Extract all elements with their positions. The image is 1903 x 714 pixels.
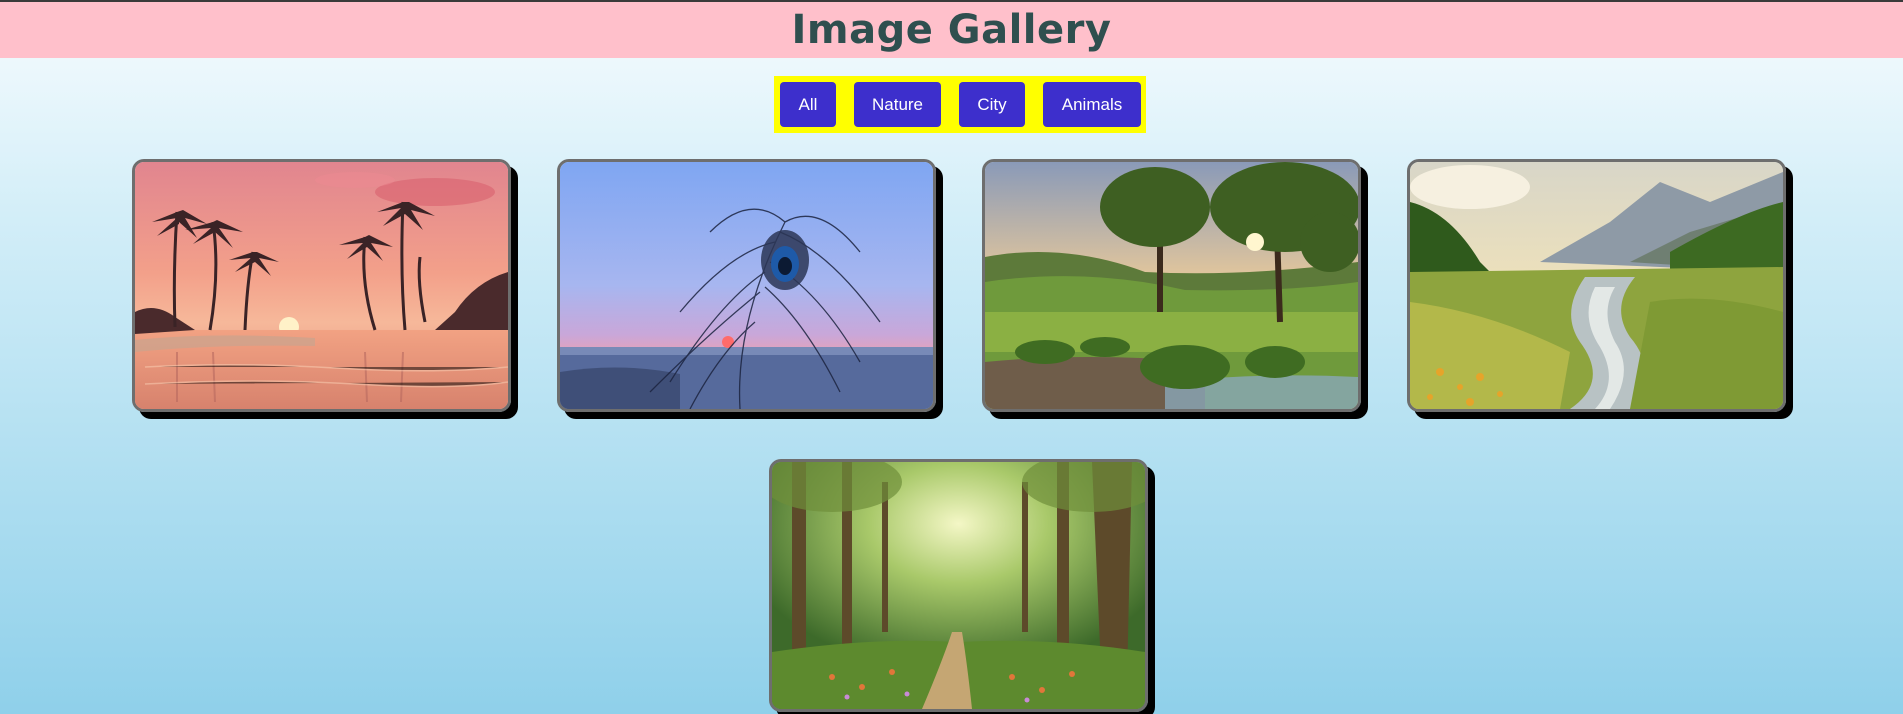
filter-bar: All Nature City Animals [774,76,1146,133]
filter-nature-button[interactable]: Nature [854,82,941,127]
forest-path-image [772,462,1145,709]
filter-city-button[interactable]: City [959,82,1025,127]
gallery-card-3[interactable] [982,159,1361,412]
page-title: Image Gallery [791,7,1112,53]
page-header: Image Gallery [0,2,1903,58]
gallery-card-5[interactable] [769,459,1148,712]
meadow-trees-sunlight-image [985,162,1358,409]
mountain-river-valley-image [1410,162,1783,409]
filter-all-button[interactable]: All [780,82,836,127]
gallery-card-1[interactable] [132,159,511,412]
gallery-card-4[interactable] [1407,159,1786,412]
palm-beach-sunset-image [135,162,508,409]
gallery-card-2[interactable] [557,159,936,412]
filter-animals-button[interactable]: Animals [1043,82,1141,127]
peacock-feather-image [560,162,933,409]
